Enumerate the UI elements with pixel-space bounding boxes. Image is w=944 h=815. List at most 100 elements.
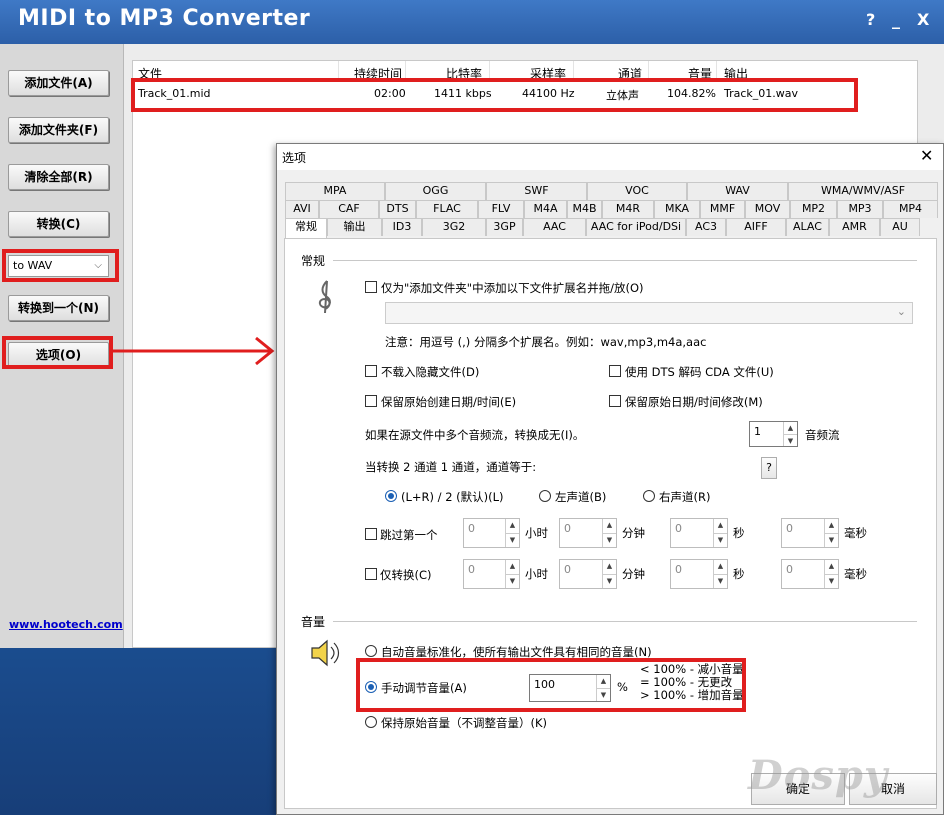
- no-hidden-label: 不载入隐藏文件(D): [381, 365, 480, 379]
- minutes-label: 分钟: [622, 526, 645, 540]
- tab-mp2[interactable]: MP2: [790, 200, 837, 218]
- channel-right-radio[interactable]: [643, 490, 655, 502]
- dialog-title-bar: 选项 ✕: [277, 144, 943, 170]
- tab-wav[interactable]: WAV: [687, 182, 788, 200]
- tab-aiff[interactable]: AIFF: [726, 218, 786, 236]
- tab-aac-ipod[interactable]: AAC for iPod/DSi: [586, 218, 686, 236]
- skip-first-label: 跳过第一个: [380, 528, 438, 542]
- duration-ms-spinner[interactable]: 0 ▲ ▼: [781, 559, 839, 589]
- spinner-arrows[interactable]: ▲ ▼: [783, 422, 797, 446]
- highlight-manual-volume: [356, 658, 746, 712]
- tab-ogg[interactable]: OGG: [385, 182, 486, 200]
- tab-au[interactable]: AU: [880, 218, 920, 236]
- skip-hours-spinner[interactable]: 0 ▲ ▼: [463, 518, 520, 548]
- minutes-label: 分钟: [622, 567, 645, 581]
- stream-unit-label: 音频流: [805, 428, 840, 442]
- highlight-options: [2, 336, 113, 369]
- chevron-down-icon: ⌄: [896, 305, 906, 318]
- channel-left-radio[interactable]: [539, 490, 551, 502]
- use-dts-label: 使用 DTS 解码 CDA 文件(U): [625, 365, 774, 379]
- hours-label: 小时: [525, 567, 548, 581]
- help-button[interactable]: ?: [866, 10, 875, 29]
- highlight-file-row: [131, 78, 858, 112]
- tab-amr[interactable]: AMR: [829, 218, 880, 236]
- volume-section-title: 音量: [301, 615, 326, 629]
- duration-minutes-spinner[interactable]: 0 ▲ ▼: [559, 559, 617, 589]
- stream-count-spinner[interactable]: 1 ▲ ▼: [749, 421, 798, 447]
- add-folder-button[interactable]: 添加文件夹(F): [8, 117, 109, 143]
- tab-id3[interactable]: ID3: [382, 218, 422, 236]
- tab-3gp[interactable]: 3GP: [486, 218, 523, 236]
- convert-to-one-button[interactable]: 转换到一个(N): [8, 295, 109, 321]
- auto-normalize-radio[interactable]: [365, 645, 377, 657]
- tab-general[interactable]: 常规: [285, 218, 327, 238]
- only-convert-checkbox[interactable]: [365, 568, 377, 580]
- dialog-title: 选项: [282, 151, 307, 165]
- tab-alac[interactable]: ALAC: [786, 218, 829, 236]
- duration-hours-value: 0: [468, 563, 475, 576]
- tab-m4b[interactable]: M4B: [567, 200, 602, 218]
- minimize-button[interactable]: _: [892, 10, 900, 29]
- channel-right-label: 右声道(R): [659, 490, 711, 504]
- seconds-label: 秒: [733, 526, 745, 540]
- skip-ms-value: 0: [786, 522, 793, 535]
- section-divider: [333, 621, 917, 622]
- channel-help-button[interactable]: ?: [761, 457, 777, 479]
- clear-all-button[interactable]: 清除全部(R): [8, 164, 109, 190]
- keep-original-radio[interactable]: [365, 716, 377, 728]
- tab-swf[interactable]: SWF: [486, 182, 587, 200]
- add-files-button[interactable]: 添加文件(A): [8, 70, 109, 96]
- keep-modified-checkbox[interactable]: [609, 395, 621, 407]
- tab-flv[interactable]: FLV: [478, 200, 524, 218]
- tab-mpa[interactable]: MPA: [285, 182, 385, 200]
- tab-flac[interactable]: FLAC: [416, 200, 478, 218]
- tab-mmf[interactable]: MMF: [700, 200, 745, 218]
- close-button[interactable]: X: [917, 10, 929, 29]
- no-hidden-checkbox[interactable]: [365, 365, 377, 377]
- tab-mka[interactable]: MKA: [654, 200, 700, 218]
- duration-minutes-value: 0: [564, 563, 571, 576]
- tab-ac3[interactable]: AC3: [686, 218, 726, 236]
- ms-label: 毫秒: [844, 526, 867, 540]
- tab-mp4[interactable]: MP4: [883, 200, 938, 218]
- skip-seconds-spinner[interactable]: 0 ▲ ▼: [670, 518, 728, 548]
- options-dialog: 选项 ✕ MPA OGG SWF VOC WAV WMA/WMV/ASF AVI…: [276, 143, 944, 815]
- general-tab-panel: 常规 仅为"添加文件夹"中添加以下文件扩展名并拖/放(O) ⌄ 注意：用逗号 (…: [284, 238, 937, 809]
- channel-lr-label: (L+R) / 2 (默认)(L): [401, 490, 504, 504]
- skip-minutes-spinner[interactable]: 0 ▲ ▼: [559, 518, 617, 548]
- stream-count-value: 1: [754, 425, 761, 438]
- tab-avi[interactable]: AVI: [285, 200, 319, 218]
- tab-3g2[interactable]: 3G2: [422, 218, 486, 236]
- skip-hours-value: 0: [468, 522, 475, 535]
- extensions-combobox[interactable]: ⌄: [385, 302, 913, 324]
- skip-ms-spinner[interactable]: 0 ▲ ▼: [781, 518, 839, 548]
- tab-mp3[interactable]: MP3: [837, 200, 883, 218]
- tab-output[interactable]: 输出: [327, 218, 382, 236]
- use-dts-checkbox[interactable]: [609, 365, 621, 377]
- keep-created-label: 保留原始创建日期/时间(E): [381, 395, 517, 409]
- keep-created-checkbox[interactable]: [365, 395, 377, 407]
- duration-seconds-value: 0: [675, 563, 682, 576]
- only-convert-label: 仅转换(C): [380, 568, 432, 582]
- tab-dts[interactable]: DTS: [379, 200, 416, 218]
- skip-seconds-value: 0: [675, 522, 682, 535]
- duration-seconds-spinner[interactable]: 0 ▲ ▼: [670, 559, 728, 589]
- tab-caf[interactable]: CAF: [319, 200, 379, 218]
- section-divider: [333, 260, 917, 261]
- channel-lr-radio[interactable]: [385, 490, 397, 502]
- two-to-one-label: 当转换 2 通道 1 通道，通道等于:: [365, 460, 537, 474]
- dialog-close-button[interactable]: ✕: [920, 146, 933, 165]
- tab-m4r[interactable]: M4R: [602, 200, 654, 218]
- tab-voc[interactable]: VOC: [587, 182, 687, 200]
- convert-button[interactable]: 转换(C): [8, 211, 109, 237]
- tab-aac[interactable]: AAC: [523, 218, 586, 236]
- tab-wma[interactable]: WMA/WMV/ASF: [788, 182, 938, 200]
- tab-mov[interactable]: MOV: [745, 200, 790, 218]
- tab-m4a[interactable]: M4A: [524, 200, 567, 218]
- duration-hours-spinner[interactable]: 0 ▲ ▼: [463, 559, 520, 589]
- hours-label: 小时: [525, 526, 548, 540]
- only-add-ext-checkbox[interactable]: [365, 281, 377, 293]
- skip-first-checkbox[interactable]: [365, 528, 377, 540]
- website-link[interactable]: www.hootech.com: [9, 618, 123, 631]
- watermark-logo: Dospy: [748, 752, 889, 799]
